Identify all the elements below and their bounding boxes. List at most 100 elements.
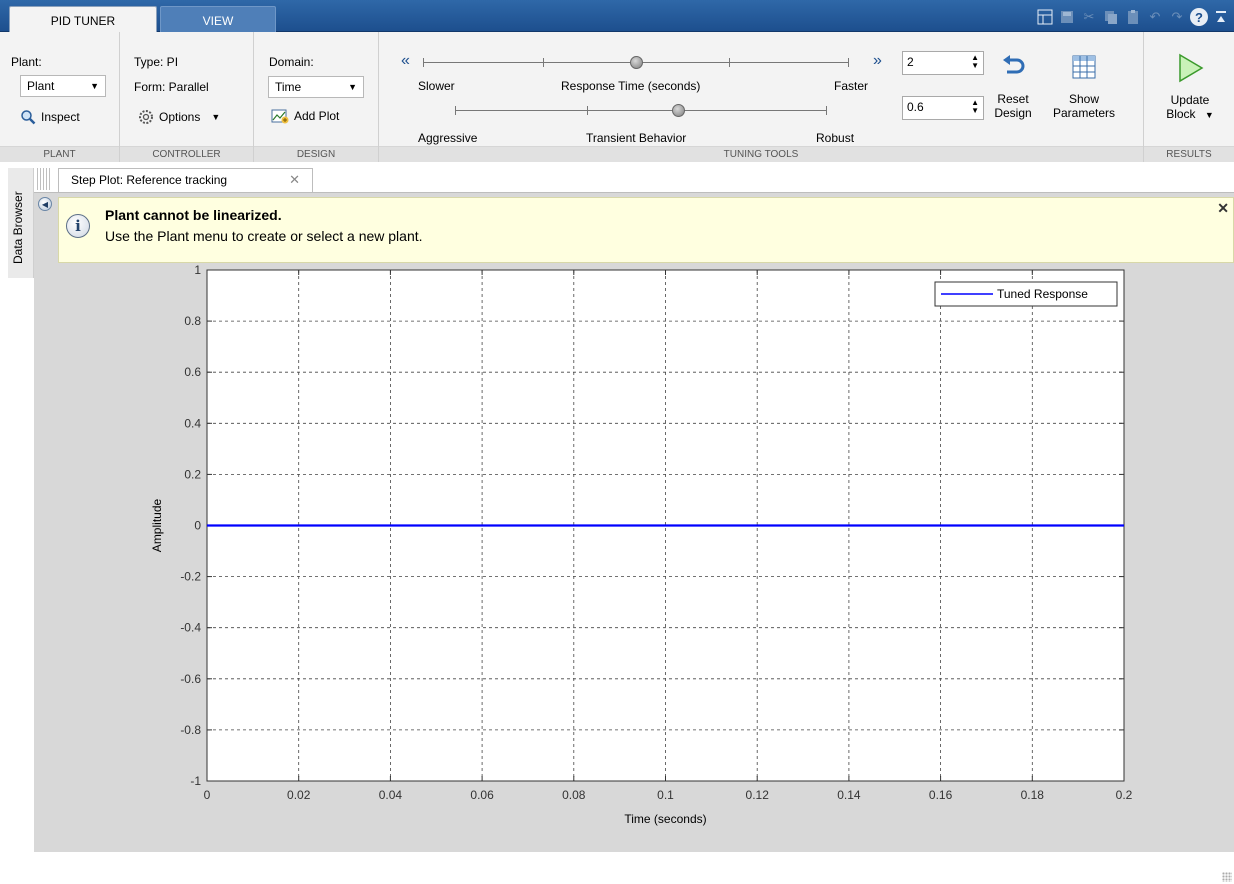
show-parameters-line2: Parameters [1052, 106, 1116, 120]
chevron-down-icon: ▼ [348, 82, 357, 92]
gear-icon [139, 110, 153, 124]
tab-step-plot[interactable]: Step Plot: Reference tracking ✕ [58, 168, 313, 192]
panel-grip[interactable] [37, 168, 51, 190]
inspect-label: Inspect [41, 110, 80, 124]
plant-label: Plant: [11, 55, 42, 69]
show-parameters-button[interactable]: Show Parameters [1039, 52, 1129, 120]
transient-behavior-slider[interactable] [455, 104, 827, 118]
controller-form: Form: Parallel [134, 80, 209, 94]
y-tick-label: 0 [194, 519, 201, 533]
plant-section: Plant: Plant ▼ Inspect PLANT [0, 32, 120, 162]
y-tick-label: -0.8 [180, 723, 201, 737]
plant-section-title: PLANT [0, 146, 119, 162]
tuning-tools-section: « » Slower Response Time (seconds) Faste… [379, 32, 1144, 162]
info-banner: i Plant cannot be linearized. Use the Pl… [58, 197, 1234, 263]
response-time-slider[interactable] [423, 56, 849, 70]
design-section: Domain: Time ▼ Add Plot DESIGN [254, 32, 379, 162]
add-plot-icon [271, 109, 289, 124]
reset-design-line1: Reset [997, 92, 1029, 106]
cut-icon[interactable]: ✂ [1080, 8, 1098, 26]
slower-label: Slower [418, 79, 455, 93]
options-button[interactable]: Options ▼ [138, 109, 220, 125]
y-tick-label: -0.2 [180, 570, 201, 584]
controller-type: Type: PI [134, 55, 179, 69]
close-banner-icon[interactable]: ✕ [1217, 200, 1229, 217]
results-section-title: RESULTS [1144, 146, 1234, 162]
x-tick-label: 0.04 [379, 788, 403, 802]
options-label: Options [159, 110, 201, 124]
x-axis-label: Time (seconds) [624, 812, 706, 826]
spinner-arrows-icon[interactable]: ▲ ▼ [971, 54, 979, 70]
transient-behavior-slider-thumb[interactable] [671, 104, 685, 117]
y-tick-label: 0.6 [184, 365, 201, 379]
x-tick-label: 0.06 [470, 788, 494, 802]
faster-arrows-icon[interactable]: » [873, 52, 882, 70]
inspect-button[interactable]: Inspect [20, 109, 80, 125]
chevron-down-icon: ▼ [1204, 110, 1214, 120]
x-tick-label: 0.1 [657, 788, 674, 802]
y-tick-label: 0.2 [184, 467, 201, 481]
tab-step-plot-label: Step Plot: Reference tracking [71, 173, 228, 187]
faster-label: Faster [834, 79, 869, 93]
x-tick-label: 0.18 [1021, 788, 1045, 802]
reset-design-line2: Design [994, 106, 1032, 120]
add-plot-button[interactable]: Add Plot [271, 108, 339, 124]
update-block-line1: Update [1170, 93, 1210, 107]
info-message: Use the Plant menu to create or select a… [105, 228, 423, 244]
plant-dropdown-value: Plant [27, 79, 55, 93]
transient-behavior-spinner[interactable]: 0.6 ▲ ▼ [902, 96, 984, 120]
redo-icon[interactable]: ↷ [1168, 8, 1186, 26]
transient-behavior-label: Transient Behavior [586, 131, 687, 145]
data-browser-label[interactable]: Data Browser [11, 191, 25, 264]
add-plot-label: Add Plot [294, 109, 340, 123]
controller-section-title: CONTROLLER [120, 146, 253, 162]
x-tick-label: 0.14 [837, 788, 861, 802]
tuning-tools-section-title: TUNING TOOLS [379, 146, 1143, 162]
ribbon: Plant: Plant ▼ Inspect PLANT Type: PI Fo… [0, 32, 1234, 162]
save-icon[interactable] [1058, 8, 1076, 26]
robust-label: Robust [816, 131, 855, 145]
y-tick-label: -1 [190, 774, 201, 788]
layout-icon[interactable] [1036, 8, 1054, 26]
response-time-spinner[interactable]: 2 ▲ ▼ [902, 51, 984, 75]
response-time-slider-thumb[interactable] [629, 56, 643, 69]
collapse-panel-icon[interactable]: ◀ [38, 197, 52, 211]
plant-dropdown[interactable]: Plant ▼ [20, 75, 106, 97]
x-tick-label: 0 [204, 788, 211, 802]
tab-pid-tuner[interactable]: PID TUNER [9, 6, 157, 33]
slower-arrows-icon[interactable]: « [401, 52, 410, 70]
copy-icon[interactable] [1102, 8, 1120, 26]
y-tick-label: 0.8 [184, 314, 201, 328]
chevron-down-icon: ▼ [90, 81, 99, 91]
update-block-line2-row[interactable]: Block ▼ [1158, 107, 1222, 122]
x-tick-label: 0.12 [746, 788, 770, 802]
undo-icon[interactable]: ↶ [1146, 8, 1164, 26]
play-icon [1179, 53, 1204, 83]
help-icon[interactable]: ? [1190, 8, 1208, 26]
update-block-button[interactable]: Update Block ▼ [1158, 52, 1222, 122]
paste-icon[interactable] [1124, 8, 1142, 26]
controller-section: Type: PI Form: Parallel Options ▼ CONTRO… [120, 32, 254, 162]
design-section-title: DESIGN [254, 146, 378, 162]
show-parameters-line1: Show [1068, 92, 1100, 106]
collapse-ribbon-icon[interactable] [1212, 8, 1230, 26]
reset-arrow-icon [1003, 55, 1025, 74]
chevron-down-icon: ▼ [211, 112, 221, 122]
transient-behavior-value: 0.6 [907, 100, 924, 114]
step-plot: 0 0.02 0.04 0.06 0.08 0.1 0.12 0.14 0.16 0.18 0.2 -… [150, 263, 1133, 826]
close-tab-icon[interactable]: ✕ [289, 172, 300, 188]
x-tick-label: 0.2 [1116, 788, 1133, 802]
y-tick-label: -0.4 [180, 621, 201, 635]
x-tick-label: 0.16 [929, 788, 953, 802]
reset-design-button[interactable]: Reset Design [985, 52, 1041, 120]
domain-dropdown[interactable]: Time ▼ [268, 76, 364, 98]
y-axis-label: Amplitude [150, 499, 164, 553]
x-tick-label: 0.08 [562, 788, 586, 802]
spinner-arrows-icon[interactable]: ▲ ▼ [971, 99, 979, 115]
resize-grip[interactable] [1222, 872, 1232, 882]
response-time-value: 2 [907, 55, 914, 69]
table-icon [1072, 55, 1096, 79]
info-title: Plant cannot be linearized. [105, 207, 282, 223]
tab-view[interactable]: VIEW [160, 6, 276, 33]
legend-label: Tuned Response [997, 287, 1088, 301]
